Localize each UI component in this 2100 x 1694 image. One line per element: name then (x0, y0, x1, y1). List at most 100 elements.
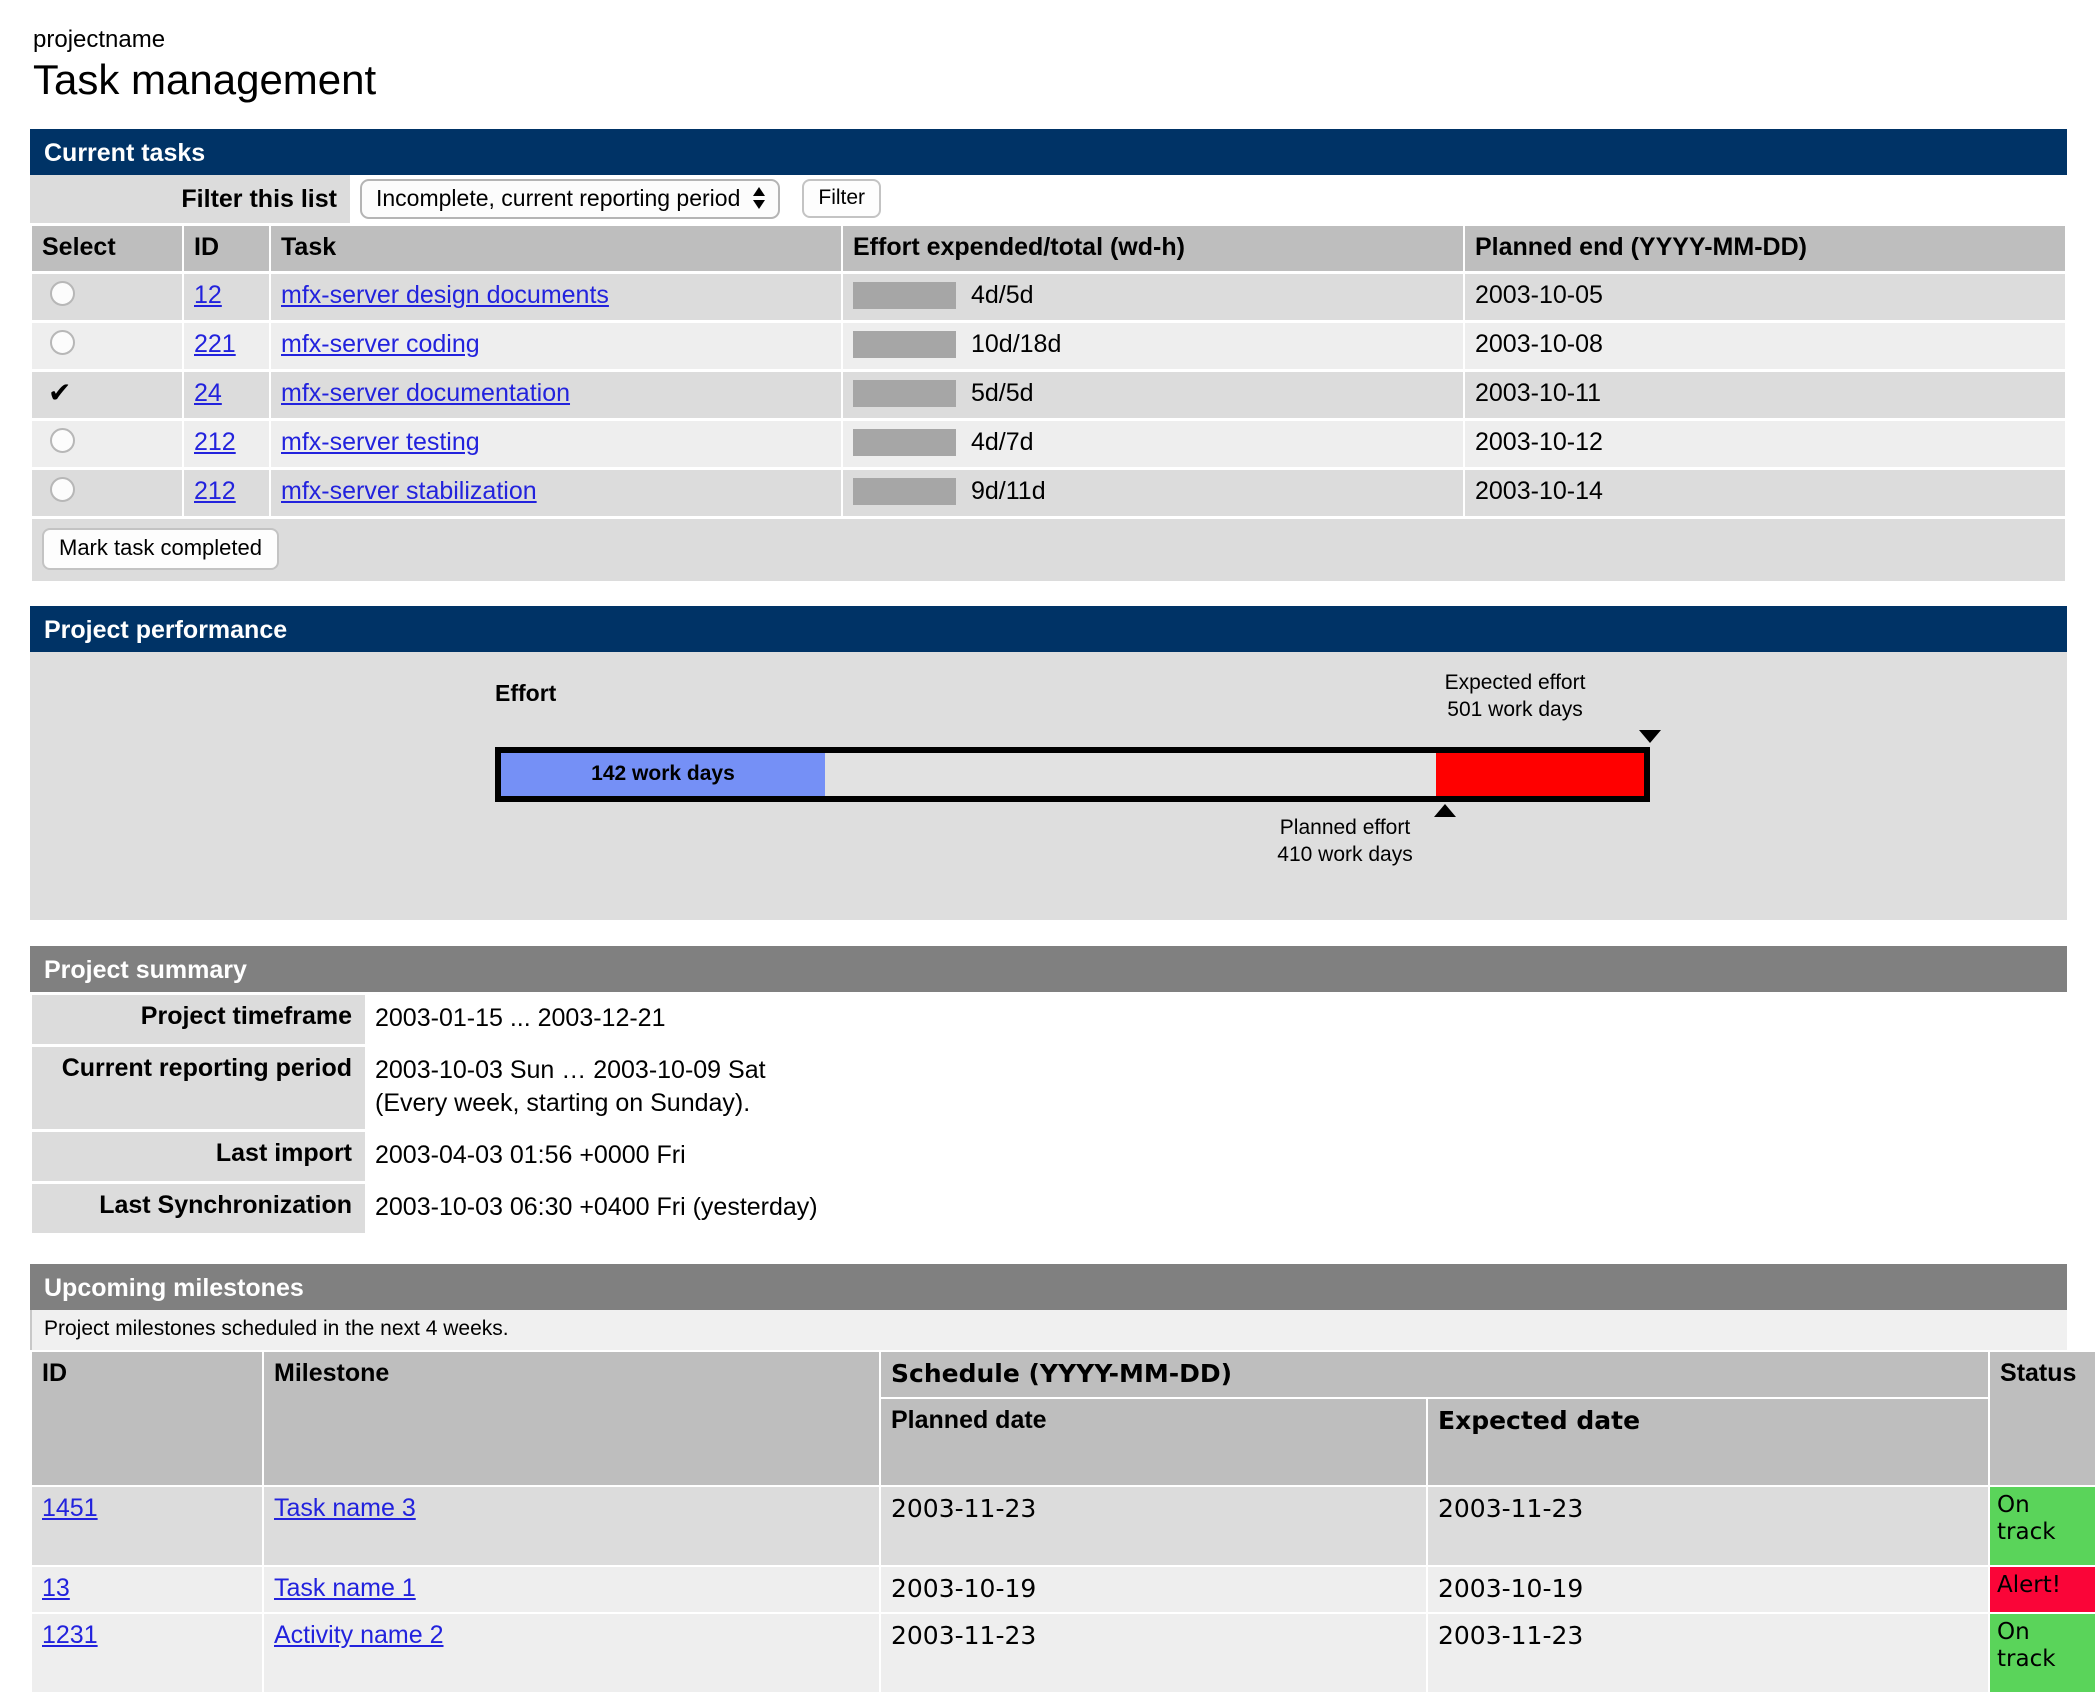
ms-col-header-status: Status (1990, 1351, 2096, 1485)
current-tasks-panel-title: Current tasks (30, 128, 2067, 175)
task-id-cell: 24 (184, 371, 269, 418)
milestone-name-link[interactable]: Task name 3 (274, 1494, 416, 1522)
summary-row: Current reporting period 2003-10-03 Sun …… (32, 1046, 2065, 1129)
task-select-radio[interactable] (50, 281, 75, 307)
project-performance-panel: Project performance Effort Expected effo… (30, 605, 2067, 920)
milestone-planned-date-cell: 2003-10-19 (881, 1566, 1426, 1612)
status-badge: On track (1990, 1486, 2096, 1565)
filter-select-value: Incomplete, current reporting period (376, 184, 741, 211)
task-select-cell (32, 420, 182, 467)
summary-row-label: Last Synchronization (32, 1183, 365, 1233)
task-id-cell: 12 (184, 273, 269, 320)
task-id-cell: 212 (184, 469, 269, 516)
tasks-header-row: Select ID Task Effort expended/total (wd… (32, 225, 2065, 271)
chart-axis-label: Effort (495, 679, 557, 706)
task-name-link[interactable]: mfx-server coding (281, 330, 480, 358)
milestone-id-link[interactable]: 13 (42, 1574, 70, 1602)
milestone-id-link[interactable]: 1451 (42, 1494, 98, 1522)
milestone-planned-date-cell: 2003-11-23 (881, 1486, 1426, 1565)
task-name-cell: mfx-server documentation (271, 371, 841, 418)
table-row: 12 mfx-server design documents 4d/5d 2003-1… (32, 273, 2065, 320)
effort-expended-label: 142 work days (591, 762, 735, 786)
col-header-planned-end: Planned end (YYYY-MM-DD) (1465, 225, 2065, 271)
task-id-link[interactable]: 12 (194, 281, 222, 309)
milestone-id-cell: 13 (32, 1566, 262, 1612)
summary-row-value: 2003-04-03 01:56 +0000 Fri (367, 1131, 2065, 1181)
task-planned-end-cell: 2003-10-12 (1465, 420, 2065, 467)
expected-effort-marker-icon (1639, 729, 1661, 743)
milestone-name-cell: Task name 3 (264, 1486, 879, 1565)
effort-bar: 142 work days (495, 746, 1650, 802)
checkmark-icon[interactable]: ✔ (48, 378, 71, 407)
effort-text: 4d/5d (971, 281, 1034, 310)
summary-row: Last Synchronization 2003-10-03 06:30 +04… (32, 1183, 2065, 1233)
upcoming-milestones-panel: Upcoming milestones Project milestones s… (30, 1263, 2096, 1694)
milestone-expected-date-cell: 2003-11-23 (1428, 1613, 1989, 1692)
chevron-updown-icon (752, 186, 766, 210)
effort-text: 10d/18d (971, 330, 1062, 359)
summary-row-label: Project timeframe (32, 994, 365, 1044)
task-planned-end-cell: 2003-10-05 (1465, 273, 2065, 320)
filter-select[interactable]: Incomplete, current reporting period (360, 178, 781, 219)
task-select-radio[interactable] (50, 428, 75, 454)
planned-effort-annotation: Planned effort 410 work days (1277, 815, 1413, 866)
task-name-cell: mfx-server testing (271, 420, 841, 467)
task-id-link[interactable]: 212 (194, 428, 236, 456)
col-header-task: Task (271, 225, 841, 271)
project-summary-table: Project timeframe 2003-01-15 ... 2003-12-… (30, 992, 2067, 1236)
ms-col-header-schedule: Schedule (YYYY-MM-DD) (881, 1351, 1989, 1397)
page-title: Task management (33, 55, 377, 103)
task-name-cell: mfx-server coding (271, 322, 841, 369)
filter-button[interactable]: Filter (802, 179, 882, 219)
milestone-id-cell: 1451 (32, 1486, 262, 1565)
task-effort-cell: 5d/5d (843, 371, 1463, 418)
task-id-link[interactable]: 212 (194, 477, 236, 505)
task-id-link[interactable]: 24 (194, 379, 222, 407)
milestone-id-link[interactable]: 1231 (42, 1621, 98, 1649)
summary-row-value: 2003-10-03 06:30 +0400 Fri (yesterday) (367, 1183, 2065, 1233)
effort-progress-bar (853, 478, 956, 506)
task-select-radio[interactable] (50, 330, 75, 356)
task-select-radio[interactable] (50, 477, 75, 503)
milestone-expected-date-cell: 2003-10-19 (1428, 1566, 1989, 1612)
milestone-name-cell: Activity name 2 (264, 1613, 879, 1692)
upcoming-milestones-panel-title: Upcoming milestones (30, 1263, 2067, 1310)
effort-text: 4d/7d (971, 428, 1034, 457)
summary-row-label: Current reporting period (32, 1046, 365, 1129)
task-name-link[interactable]: mfx-server documentation (281, 379, 570, 407)
mark-task-completed-button[interactable]: Mark task completed (42, 527, 279, 570)
effort-overrun-segment (1436, 752, 1644, 796)
table-row: 221 mfx-server coding 10d/18d 2003-10-08 (32, 322, 2065, 369)
project-performance-panel-title: Project performance (30, 605, 2067, 652)
task-name-link[interactable]: mfx-server testing (281, 428, 480, 456)
current-tasks-table: Select ID Task Effort expended/total (wd… (30, 223, 2067, 584)
milestone-name-link[interactable]: Task name 1 (274, 1574, 416, 1602)
table-row: 13 Task name 1 2003-10-19 2003-10-19 Alert! (32, 1566, 2096, 1612)
task-name-cell: mfx-server stabilization (271, 469, 841, 516)
status-badge: On track (1990, 1613, 2096, 1692)
task-effort-cell: 9d/11d (843, 469, 1463, 516)
milestone-expected-date-cell: 2003-11-23 (1428, 1486, 1989, 1565)
project-summary-panel-title: Project summary (30, 945, 2067, 992)
spinner-arrows-icon (753, 187, 766, 210)
page-root: projectname Task management Current task… (0, 0, 2096, 1694)
table-row: 212 mfx-server stabilization 9d/11d 2003-10… (32, 469, 2065, 516)
task-name-link[interactable]: mfx-server stabilization (281, 477, 537, 505)
task-id-link[interactable]: 221 (194, 330, 236, 358)
milestone-planned-date-cell: 2003-11-23 (881, 1613, 1426, 1692)
effort-text: 9d/11d (971, 477, 1046, 506)
tasks-footer-row: Mark task completed (32, 518, 2065, 581)
expected-effort-annotation: Expected effort 501 work days (1444, 670, 1586, 721)
effort-progress-bar (853, 380, 956, 408)
task-name-link[interactable]: mfx-server design documents (281, 281, 609, 309)
task-select-cell: ✔ (32, 371, 182, 418)
effort-progress-bar (853, 282, 956, 310)
filter-row: Filter this list Incomplete, current rep… (30, 174, 2067, 223)
milestone-name-link[interactable]: Activity name 2 (274, 1621, 444, 1649)
summary-row-value: 2003-10-03 Sun … 2003-10-09 Sat (Every w… (367, 1046, 2065, 1129)
upcoming-milestones-table: ID Milestone Schedule (YYYY-MM-DD) Statu… (30, 1350, 2097, 1694)
table-row: 212 mfx-server testing 4d/7d 2003-10-12 (32, 420, 2065, 467)
table-row: ✔ 24 mfx-server documentation 5d/5d 2003-10-… (32, 371, 2065, 418)
task-id-cell: 212 (184, 420, 269, 467)
effort-chart: Effort Expected effort 501 work days 142… (30, 651, 2067, 920)
